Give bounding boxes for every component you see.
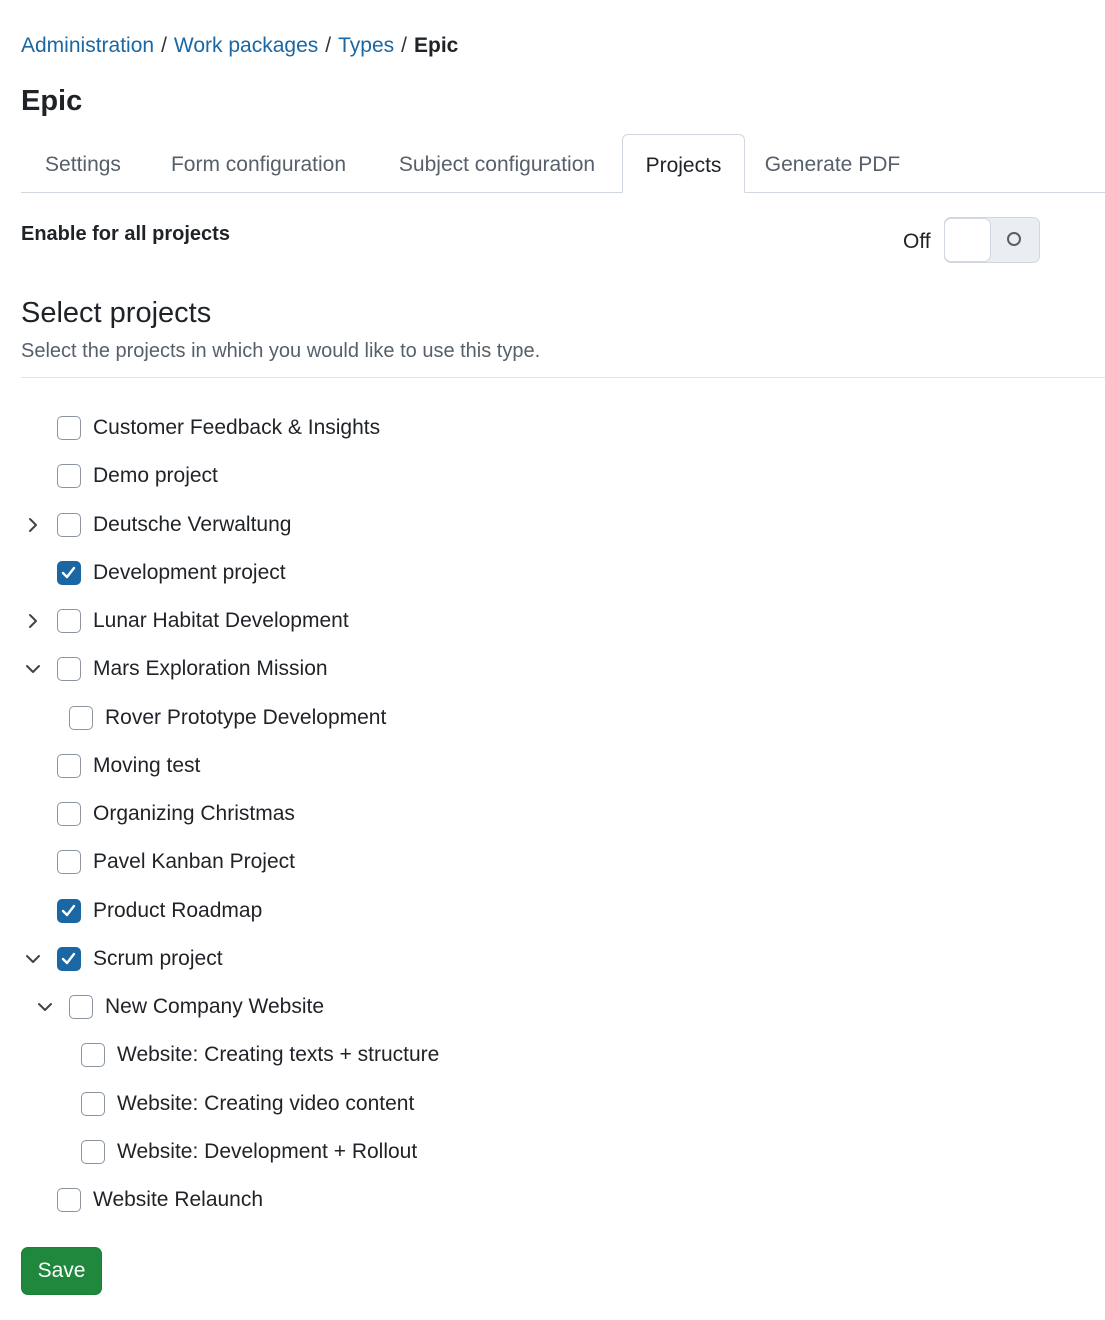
project-checkbox[interactable] bbox=[81, 1043, 105, 1067]
enable-all-projects-label: Enable for all projects bbox=[21, 223, 230, 245]
breadcrumb-current: Epic bbox=[413, 34, 459, 57]
project-label: Product Roadmap bbox=[93, 899, 263, 922]
project-row[interactable]: Moving test bbox=[0, 748, 700, 784]
project-label: Lunar Habitat Development bbox=[93, 609, 349, 632]
chevron-down-icon[interactable] bbox=[35, 997, 55, 1017]
project-label: Deutsche Verwaltung bbox=[93, 513, 292, 536]
project-row[interactable]: Scrum project bbox=[0, 941, 700, 977]
project-row[interactable]: Mars Exploration Mission bbox=[0, 651, 700, 687]
project-checkbox[interactable] bbox=[57, 561, 81, 585]
project-checkbox[interactable] bbox=[57, 754, 81, 778]
enable-all-projects-toggle[interactable] bbox=[944, 217, 1040, 263]
breadcrumb-separator: / bbox=[161, 34, 167, 57]
project-checkbox[interactable] bbox=[57, 947, 81, 971]
project-label: Moving test bbox=[93, 754, 201, 777]
project-label: Demo project bbox=[93, 464, 218, 487]
project-checkbox[interactable] bbox=[69, 706, 93, 730]
project-label: Development project bbox=[93, 561, 286, 584]
project-label: Organizing Christmas bbox=[93, 802, 295, 825]
project-checkbox[interactable] bbox=[57, 657, 81, 681]
project-checkbox[interactable] bbox=[57, 416, 81, 440]
project-checkbox[interactable] bbox=[81, 1092, 105, 1116]
save-button[interactable]: Save bbox=[21, 1247, 102, 1295]
page-title: Epic bbox=[21, 85, 83, 117]
tab-bar: Settings Form configuration Subject conf… bbox=[21, 134, 1105, 193]
project-row[interactable]: Website: Development + Rollout bbox=[0, 1134, 700, 1170]
project-checkbox[interactable] bbox=[81, 1140, 105, 1164]
project-row[interactable]: Rover Prototype Development bbox=[0, 700, 700, 736]
project-checkbox[interactable] bbox=[57, 513, 81, 537]
project-label: Website: Creating video content bbox=[117, 1092, 415, 1115]
project-row[interactable]: Website: Creating texts + structure bbox=[0, 1037, 700, 1073]
breadcrumb-separator: / bbox=[325, 34, 332, 57]
project-row[interactable]: Customer Feedback & Insights bbox=[0, 410, 700, 446]
project-row[interactable]: Pavel Kanban Project bbox=[0, 844, 700, 880]
project-label: Pavel Kanban Project bbox=[93, 850, 295, 873]
breadcrumb-link-work-packages[interactable]: Work packages bbox=[174, 34, 318, 57]
project-checkbox[interactable] bbox=[69, 995, 93, 1019]
tab-subject-configuration[interactable]: Subject configuration bbox=[372, 134, 622, 192]
project-label: Mars Exploration Mission bbox=[93, 657, 328, 680]
toggle-off-icon bbox=[1007, 232, 1021, 246]
project-label: Scrum project bbox=[93, 947, 223, 970]
project-label: Customer Feedback & Insights bbox=[93, 416, 381, 439]
tab-form-configuration[interactable]: Form configuration bbox=[145, 134, 372, 192]
tab-settings[interactable]: Settings bbox=[21, 134, 145, 192]
toggle-knob bbox=[944, 218, 991, 262]
project-row[interactable]: Website Relaunch bbox=[0, 1182, 700, 1218]
select-projects-description: Select the projects in which you would l… bbox=[21, 340, 541, 362]
project-label: Website: Creating texts + structure bbox=[117, 1043, 440, 1066]
toggle-state-text: Off bbox=[903, 230, 931, 253]
project-row[interactable]: Deutsche Verwaltung bbox=[0, 507, 700, 543]
breadcrumb-separator: / bbox=[401, 34, 407, 57]
project-label: Website: Development + Rollout bbox=[117, 1140, 418, 1163]
chevron-down-icon[interactable] bbox=[23, 659, 43, 679]
tab-generate-pdf[interactable]: Generate PDF bbox=[745, 134, 920, 192]
breadcrumb: Administration / Work packages / Types / Epic bbox=[21, 32, 458, 60]
project-label: Rover Prototype Development bbox=[105, 706, 387, 729]
chevron-down-icon[interactable] bbox=[23, 949, 43, 969]
project-label: New Company Website bbox=[105, 995, 325, 1018]
project-row[interactable]: Lunar Habitat Development bbox=[0, 603, 700, 639]
project-row[interactable]: Product Roadmap bbox=[0, 893, 700, 929]
tab-projects[interactable]: Projects bbox=[622, 134, 745, 193]
project-checkbox[interactable] bbox=[57, 899, 81, 923]
project-row[interactable]: Organizing Christmas bbox=[0, 796, 700, 832]
project-row[interactable]: New Company Website bbox=[0, 989, 700, 1025]
chevron-right-icon[interactable] bbox=[23, 611, 43, 631]
select-projects-title: Select projects bbox=[21, 297, 212, 329]
project-row[interactable]: Website: Creating video content bbox=[0, 1086, 700, 1122]
chevron-right-icon[interactable] bbox=[23, 515, 43, 535]
project-checkbox[interactable] bbox=[57, 802, 81, 826]
breadcrumb-link-types[interactable]: Types bbox=[338, 34, 394, 57]
project-checkbox[interactable] bbox=[57, 464, 81, 488]
project-label: Website Relaunch bbox=[93, 1188, 264, 1211]
project-checkbox[interactable] bbox=[57, 1188, 81, 1212]
project-checkbox[interactable] bbox=[57, 850, 81, 874]
project-checkbox[interactable] bbox=[57, 609, 81, 633]
project-row[interactable]: Development project bbox=[0, 555, 700, 591]
section-divider bbox=[21, 377, 1105, 378]
project-row[interactable]: Demo project bbox=[0, 458, 700, 494]
breadcrumb-link-administration[interactable]: Administration bbox=[21, 34, 154, 57]
